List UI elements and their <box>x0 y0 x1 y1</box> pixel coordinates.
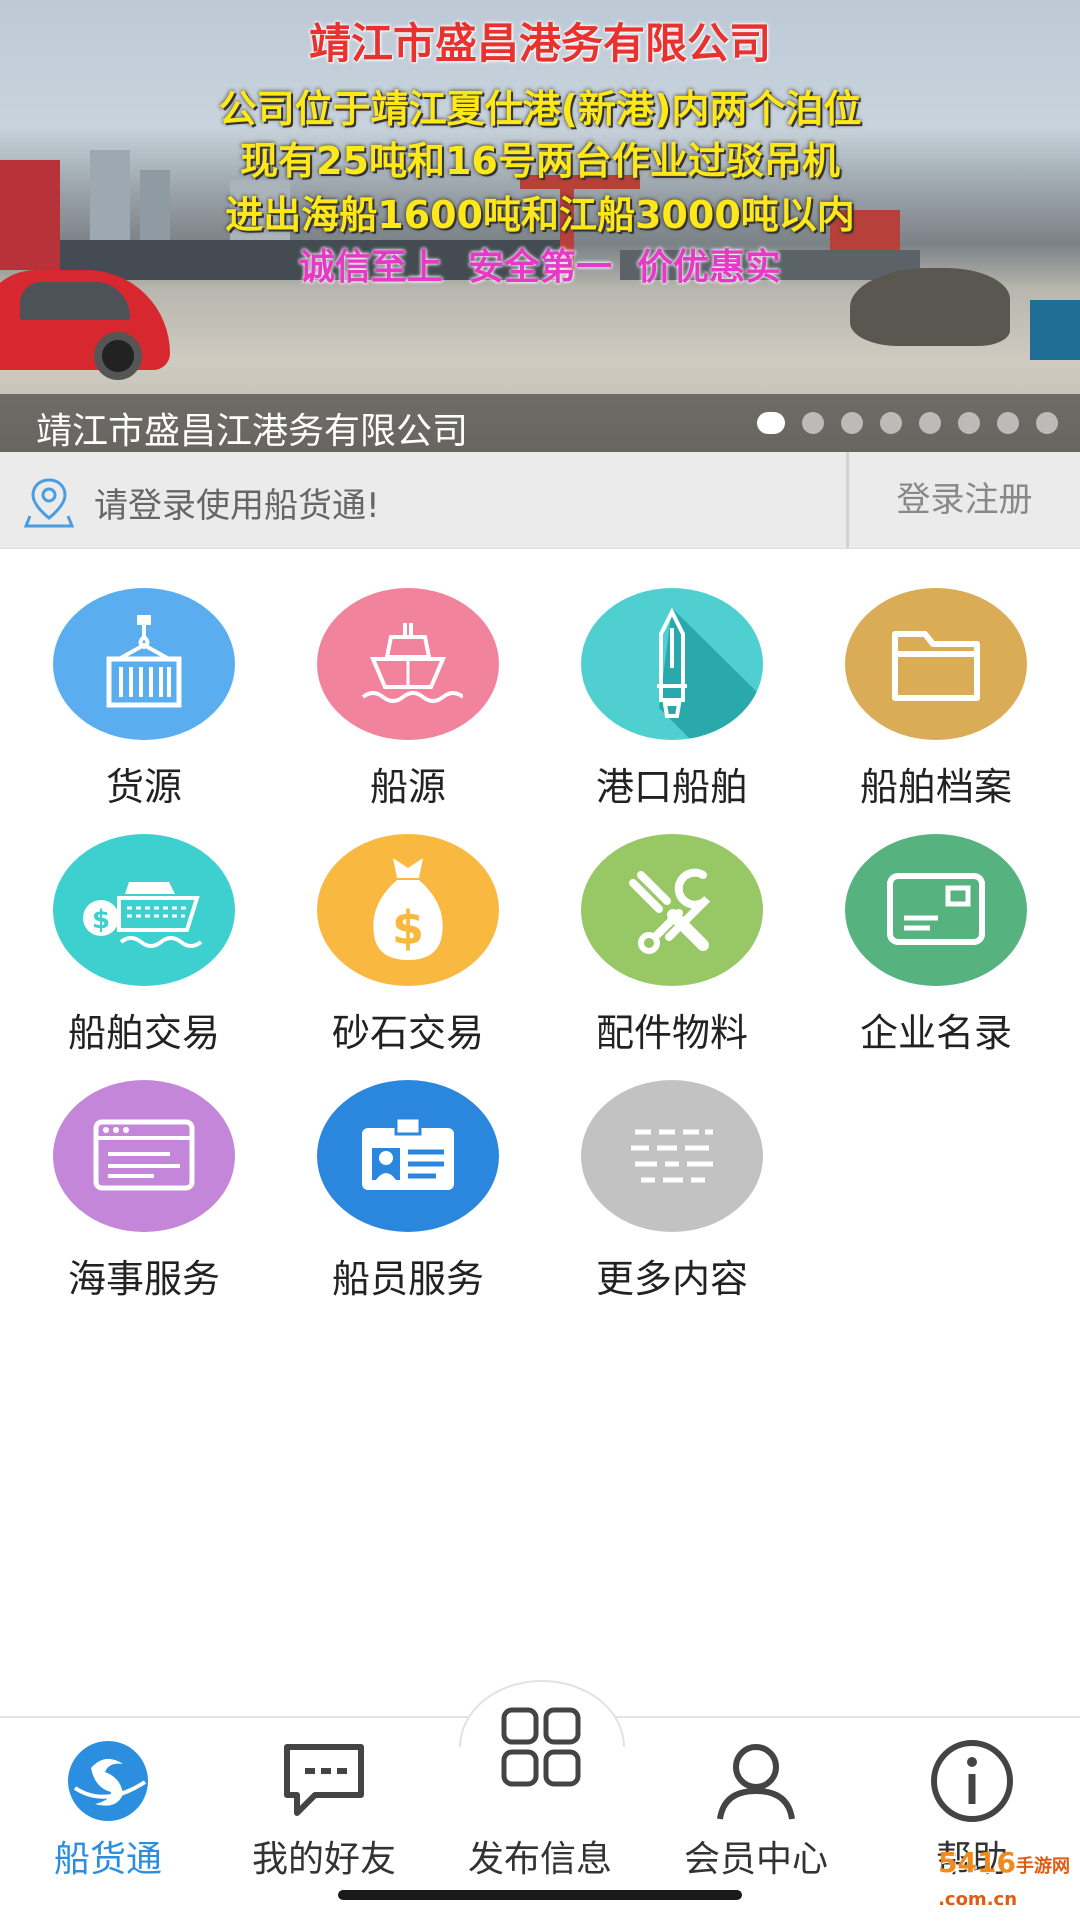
banner-caption-bar: 靖江市盛昌江港务有限公司 <box>0 394 1080 452</box>
login-register-button[interactable]: 登录注册 <box>849 452 1080 548</box>
carousel-dot[interactable] <box>958 412 980 434</box>
grid-item-label: 更多内容 <box>595 1257 748 1301</box>
grid-item-label: 海事服务 <box>67 1257 220 1301</box>
nav-label: 我的好友 <box>251 1839 396 1880</box>
banner-line-3: 进出海船1600吨和江船3000吨以内 <box>225 193 855 237</box>
grid-item-maritime-services[interactable]: 海事服务 <box>12 1080 276 1310</box>
grid-item-label: 货源 <box>105 765 182 809</box>
watermark-logo: 5416手游网 .com.cn <box>938 1846 1070 1910</box>
banner-line-2: 现有25吨和16号两台作业过驳吊机 <box>240 139 840 183</box>
grid-item-label: 砂石交易 <box>331 1011 484 1055</box>
home-indicator[interactable] <box>338 1890 742 1900</box>
nav-item-home[interactable]: 船货通 <box>0 1736 216 1880</box>
nav-label: 发布信息 <box>467 1839 612 1880</box>
nav-item-member-center[interactable]: 会员中心 <box>648 1736 864 1880</box>
carousel-dot[interactable] <box>802 412 824 434</box>
user-icon <box>711 1736 801 1826</box>
info-icon <box>927 1736 1017 1826</box>
banner-photo-wheel <box>94 332 142 380</box>
folder-icon <box>845 588 1027 740</box>
browser-window-icon <box>53 1080 235 1232</box>
banner-line-1: 公司位于靖江夏仕港(新港)内两个泊位 <box>218 87 862 131</box>
grid-item-cargo-source[interactable]: 货源 <box>12 588 276 818</box>
grid-item-label: 配件物料 <box>595 1011 748 1055</box>
grid-item-crew-services[interactable]: 船员服务 <box>276 1080 540 1310</box>
svg-text:$: $ <box>92 905 110 935</box>
carousel-dot[interactable] <box>1036 412 1058 434</box>
grid-item-label: 企业名录 <box>859 1011 1012 1055</box>
carousel-dot[interactable] <box>757 412 785 434</box>
container-crane-icon <box>53 588 235 740</box>
money-bag-icon: $ <box>317 834 499 986</box>
banner-carousel[interactable]: 靖江市盛昌港务有限公司 公司位于靖江夏仕港(新港)内两个泊位 现有25吨和16号… <box>0 0 1080 452</box>
grid-item-ship-archives[interactable]: 船舶档案 <box>804 588 1068 818</box>
carousel-dot[interactable] <box>880 412 902 434</box>
grid-item-more-content[interactable]: 更多内容 <box>540 1080 804 1310</box>
grid-item-ship-trading[interactable]: $ 船舶交易 <box>12 834 276 1064</box>
grid-item-label: 船员服务 <box>331 1257 484 1301</box>
grid-item-company-directory[interactable]: 企业名录 <box>804 834 1068 1064</box>
carousel-dot[interactable] <box>997 412 1019 434</box>
grid-item-label: 船舶档案 <box>859 765 1012 809</box>
carousel-indicators <box>757 412 1058 434</box>
carousel-dot[interactable] <box>919 412 941 434</box>
anchored-ship-icon <box>581 588 763 740</box>
banner-title: 靖江市盛昌港务有限公司 <box>308 19 771 68</box>
grid-item-port-ships[interactable]: 港口船舶 <box>540 588 804 818</box>
login-bar: 请登录使用船货通! 登录注册 <box>0 452 1080 549</box>
more-list-icon <box>581 1080 763 1232</box>
business-card-icon <box>845 834 1027 986</box>
grid-item-label: 港口船舶 <box>595 765 748 809</box>
id-badge-icon <box>317 1080 499 1232</box>
banner-slogan: 诚信至上 安全第一 价优惠实 <box>298 247 782 288</box>
nav-item-publish[interactable]: 发布信息 <box>432 1736 648 1880</box>
grid-item-parts-materials[interactable]: 配件物料 <box>540 834 804 1064</box>
location-pin-icon <box>24 478 74 528</box>
grid-item-label: 船源 <box>369 765 446 809</box>
nav-label: 会员中心 <box>683 1839 828 1880</box>
login-prompt[interactable]: 请登录使用船货通! <box>94 478 380 527</box>
logo-icon <box>63 1736 153 1826</box>
banner-caption: 靖江市盛昌江港务有限公司 <box>36 411 469 452</box>
grid-item-label: 船舶交易 <box>67 1011 220 1055</box>
banner-photo-tank <box>1030 300 1080 360</box>
tools-icon <box>581 834 763 986</box>
nav-item-friends[interactable]: 我的好友 <box>216 1736 432 1880</box>
svg-text:$: $ <box>392 901 424 955</box>
ship-trade-icon: $ <box>53 834 235 986</box>
carousel-dot[interactable] <box>841 412 863 434</box>
chat-bubble-icon <box>279 1736 369 1826</box>
grid-item-ship-source[interactable]: 船源 <box>276 588 540 818</box>
grid-item-sand-gravel-trading[interactable]: $ 砂石交易 <box>276 834 540 1064</box>
nav-label: 船货通 <box>53 1839 162 1880</box>
ship-icon <box>317 588 499 740</box>
